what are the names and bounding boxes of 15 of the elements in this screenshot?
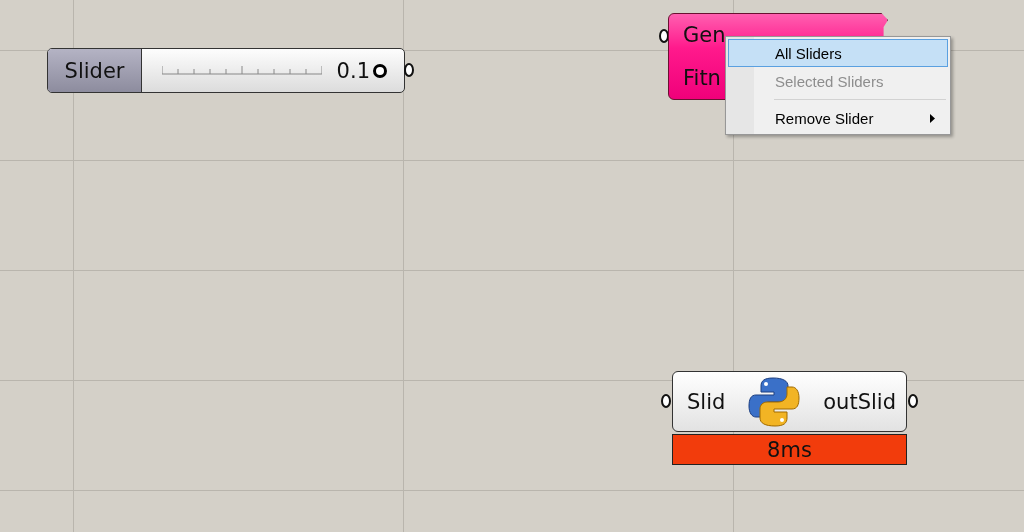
- input-label: Gen: [683, 23, 726, 48]
- menu-item[interactable]: Remove Slider: [728, 104, 948, 132]
- slider-grip-icon[interactable]: [372, 62, 388, 79]
- output-port[interactable]: [404, 63, 414, 77]
- python-component[interactable]: Slid outSlid: [672, 371, 907, 432]
- input-label: Fitn: [683, 65, 721, 90]
- output-port[interactable]: [908, 394, 918, 408]
- output-label: outSlid: [823, 389, 896, 414]
- input-label: Slid: [687, 389, 726, 414]
- runtime-bar: 8ms: [672, 434, 907, 465]
- slider-value: 0.1: [336, 58, 370, 83]
- number-slider[interactable]: Slider 0.1: [47, 48, 405, 93]
- python-logo-icon: [747, 374, 802, 429]
- menu-item[interactable]: All Sliders: [728, 39, 948, 67]
- slider-label: Slider: [48, 49, 142, 92]
